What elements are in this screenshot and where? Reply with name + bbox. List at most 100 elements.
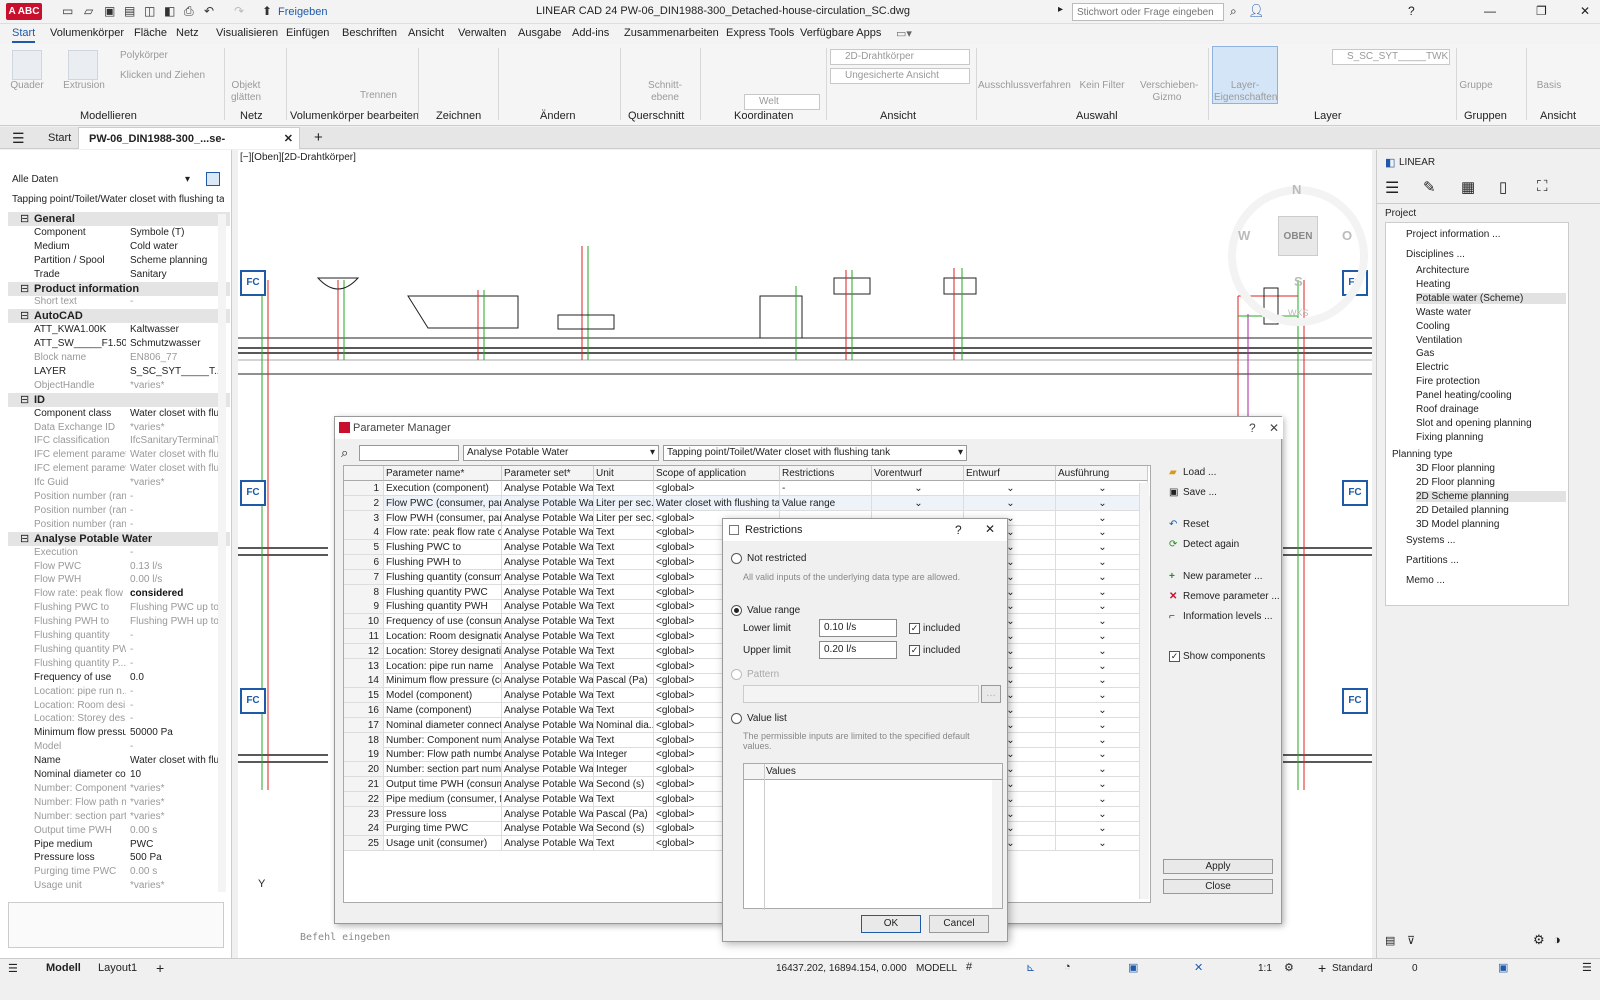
ausfuehrung-cell[interactable]: ⌄ (1056, 703, 1148, 718)
property-row[interactable]: Medium Cold water (8, 240, 230, 254)
table-cell[interactable]: Text (594, 614, 654, 630)
group-netz[interactable]: Netz (240, 110, 263, 122)
table-cell[interactable]: Flow PWC (consumer, partia... (384, 495, 502, 511)
isolate-icon[interactable]: ▣ (1498, 961, 1508, 974)
planning-type-item[interactable]: 3D Floor planning (1416, 463, 1495, 474)
table-cell[interactable]: Analyse Potable Water (502, 821, 594, 837)
tab-verfuegbare-apps[interactable]: Verfügbare Apps (800, 27, 881, 39)
quader-button[interactable]: Quader (4, 80, 50, 92)
app-logo[interactable]: A ABC (6, 3, 42, 20)
property-value[interactable]: Flushing PWC up to (130, 601, 226, 615)
property-value[interactable]: *varies* (130, 782, 226, 796)
table-cell[interactable]: Analyse Potable Water (502, 510, 594, 526)
table-cell[interactable]: Analyse Potable Water (502, 673, 594, 689)
table-cell[interactable]: Pipe medium (consumer, fitti... (384, 791, 502, 807)
property-value[interactable]: 0.0 (130, 671, 226, 685)
table-cell[interactable]: <global> (654, 481, 780, 496)
table-cell[interactable]: Text (594, 569, 654, 585)
ausfuehrung-cell[interactable]: ⌄ (1056, 717, 1148, 733)
property-row[interactable]: Flushing quantity PWC - (8, 643, 230, 657)
column-header-set[interactable]: Parameter set* (502, 466, 594, 481)
table-cell[interactable]: Analyse Potable Water (502, 777, 594, 792)
customize-icon[interactable]: ☰ (1582, 961, 1592, 974)
extrusion-button[interactable]: Extrusion (60, 80, 108, 92)
property-value[interactable]: Water closet with flu... (130, 754, 226, 768)
tab-einfuegen[interactable]: Einfügen (286, 27, 329, 39)
planning-type-item[interactable]: 2D Scheme planning (1416, 490, 1566, 502)
project-info-item[interactable]: Project information ... (1406, 229, 1500, 240)
table-cell[interactable]: Analyse Potable Water (502, 525, 594, 541)
property-row[interactable]: Short text - (8, 295, 230, 309)
visual-style-combo[interactable]: 2D-Drahtkörper (830, 49, 970, 65)
discipline-item[interactable]: Fixing planning (1416, 432, 1483, 443)
detect-again-button[interactable]: Detect again (1183, 539, 1239, 550)
tab-beschriften[interactable]: Beschriften (342, 27, 397, 39)
ok-button[interactable]: OK (861, 915, 921, 933)
property-value[interactable]: *varies* (130, 810, 226, 824)
ausfuehrung-cell[interactable]: ⌄ (1056, 791, 1148, 807)
help-icon[interactable]: ? (955, 523, 962, 537)
component-combo[interactable]: Tapping point/Toilet/Water closet with f… (663, 445, 967, 461)
table-cell[interactable]: Text (594, 703, 654, 718)
row-index[interactable]: 6 (344, 555, 384, 570)
column-header-entwurf[interactable]: Entwurf (964, 466, 1056, 481)
table-cell[interactable]: Flushing quantity PWH (384, 599, 502, 615)
property-category[interactable]: ID (8, 392, 230, 407)
discipline-item[interactable]: Architecture (1416, 265, 1469, 276)
save-icon[interactable]: ▣ (104, 4, 115, 18)
tab-volumenkoerper[interactable]: Volumenkörper (50, 27, 124, 39)
close-icon[interactable]: ✕ (1580, 4, 1590, 18)
help-icon[interactable]: ? (1408, 4, 1415, 18)
parameter-search-input[interactable] (359, 445, 459, 461)
ausfuehrung-cell[interactable]: ⌄ (1056, 688, 1148, 704)
ausfuehrung-cell[interactable]: ⌄ (1056, 569, 1148, 585)
table-cell[interactable]: Analyse Potable Water (502, 599, 594, 615)
close-icon[interactable]: ✕ (985, 522, 995, 536)
property-value[interactable]: - (130, 546, 226, 560)
table-cell[interactable]: Usage unit (consumer) (384, 836, 502, 852)
row-index[interactable]: 24 (344, 821, 384, 837)
table-cell[interactable]: Analyse Potable Water (502, 614, 594, 630)
table-cell[interactable]: Analyse Potable Water (502, 555, 594, 570)
property-row[interactable]: Model - (8, 740, 230, 754)
property-row[interactable]: Ifc Guid *varies* (8, 476, 230, 490)
table-cell[interactable]: Number: Component number (384, 732, 502, 748)
property-row[interactable]: Flushing PWH to Flushing PWH up to (8, 615, 230, 629)
table-row[interactable]: 2Flow PWC (consumer, partia...Analyse Po… (344, 495, 1150, 511)
discipline-item[interactable]: Gas (1416, 348, 1434, 359)
property-row[interactable]: ATT_SW_____F1.50 Schmutzwasser (8, 337, 230, 351)
osnap-icon[interactable]: ▣ (1128, 961, 1138, 974)
planning-type-item[interactable]: 2D Detailed planning (1416, 505, 1509, 516)
property-value[interactable]: Water closet with flu... (130, 448, 226, 462)
world-combo[interactable]: Welt (744, 94, 820, 110)
table-cell[interactable]: Analyse Potable Water (502, 717, 594, 733)
tab-visualisieren[interactable]: Visualisieren (216, 27, 278, 39)
command-input[interactable]: Befehl eingeben (300, 932, 600, 952)
dialog-titlebar[interactable]: Restrictions ? ✕ (723, 519, 1007, 541)
tab-express-tools[interactable]: Express Tools (726, 27, 794, 39)
menu-icon[interactable]: ☰ (8, 962, 18, 975)
systems-item[interactable]: Systems ... (1406, 535, 1455, 546)
fc-symbol[interactable]: FC (1342, 688, 1368, 714)
property-value[interactable]: Sanitary (130, 268, 226, 282)
layer-combo[interactable]: S_SC_SYT_____TWK (1332, 49, 1450, 65)
property-value[interactable]: 50000 Pa (130, 726, 226, 740)
viewcube-top[interactable]: OBEN (1278, 216, 1318, 256)
property-category[interactable]: Analyse Potable Water (8, 531, 230, 546)
property-value[interactable]: *varies* (130, 379, 226, 393)
ausfuehrung-cell[interactable]: ⌄ (1056, 510, 1148, 526)
entwurf-cell[interactable]: ⌄ (964, 481, 1056, 496)
property-value[interactable]: EN806_77 (130, 351, 226, 365)
reset-button[interactable]: Reset (1183, 519, 1209, 530)
row-index[interactable]: 21 (344, 777, 384, 792)
group-auswahl[interactable]: Auswahl (1076, 110, 1118, 122)
property-value[interactable]: - (130, 685, 226, 699)
table-cell[interactable]: Text (594, 584, 654, 600)
property-value[interactable]: 10 (130, 768, 226, 782)
table-cell[interactable]: Location: Room designation (384, 629, 502, 644)
ausfuehrung-cell[interactable]: ⌄ (1056, 495, 1148, 511)
table-cell[interactable]: Minimum flow pressure (con... (384, 673, 502, 689)
fc-symbol[interactable]: FC (240, 688, 266, 714)
row-index[interactable]: 20 (344, 762, 384, 778)
table-cell[interactable]: Flushing PWH to (384, 555, 502, 570)
